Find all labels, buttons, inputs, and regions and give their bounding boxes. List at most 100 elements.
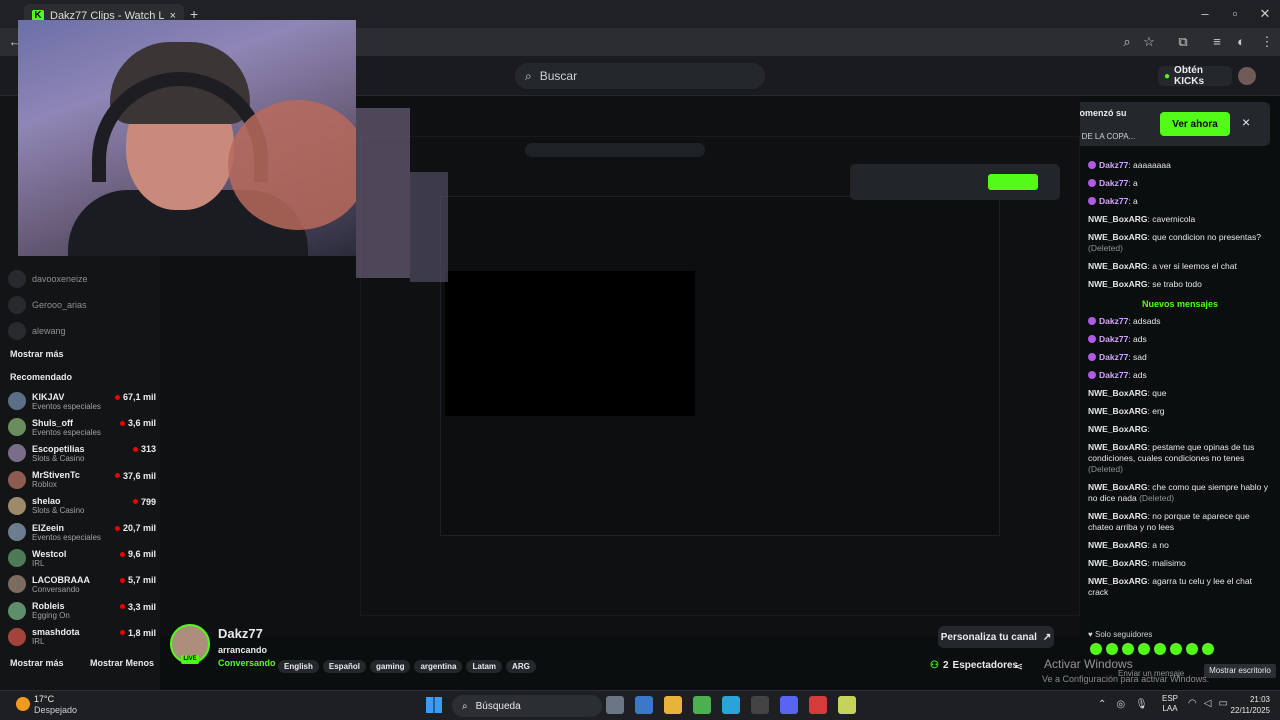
- stream-tag[interactable]: ARG: [506, 660, 536, 673]
- recommended-channel[interactable]: Shuls_off Eventos especiales 3,6 mil: [8, 414, 156, 440]
- chat-username[interactable]: NWE_BoxARG: [1088, 406, 1148, 416]
- chat-username[interactable]: NWE_BoxARG: [1088, 261, 1148, 271]
- chat-username[interactable]: Dakz77: [1099, 178, 1128, 188]
- stream-tag[interactable]: argentina: [414, 660, 463, 673]
- channel-info: MrStivenTc Roblox: [32, 470, 80, 489]
- recommended-channel[interactable]: shelao Slots & Casino 799: [8, 493, 156, 519]
- recommended-channel[interactable]: Escopetilias Slots & Casino 313: [8, 440, 156, 466]
- chat-username[interactable]: NWE_BoxARG: [1088, 279, 1148, 289]
- windows-start-icon[interactable]: [426, 697, 442, 713]
- activate-windows-title: Activar Windows: [1044, 657, 1133, 671]
- streamer-name[interactable]: Dakz77: [218, 626, 263, 641]
- webcam-overlay: [18, 20, 356, 256]
- chat-username[interactable]: Dakz77: [1099, 352, 1128, 362]
- weather-temp[interactable]: 17°C: [34, 694, 54, 704]
- emote-icon[interactable]: [1170, 643, 1182, 655]
- channel-name: Westcol: [32, 548, 67, 559]
- emote-icon[interactable]: [1202, 643, 1214, 655]
- files-icon[interactable]: [606, 696, 624, 714]
- extensions-icon[interactable]: ⧉: [1174, 33, 1192, 51]
- menu-dots-icon[interactable]: ⋮: [1258, 33, 1276, 51]
- recommended-channel[interactable]: LACOBRAAA Conversando 5,7 mil: [8, 571, 156, 597]
- chat-username[interactable]: Dakz77: [1099, 316, 1128, 326]
- notification-close-icon[interactable]: ×: [1242, 114, 1250, 130]
- recommended-channel[interactable]: smashdota IRL 1,8 mil: [8, 624, 156, 650]
- emote-icon[interactable]: [1186, 643, 1198, 655]
- chat-username[interactable]: NWE_BoxARG: [1088, 482, 1148, 492]
- bookmark-star-icon[interactable]: ☆: [1140, 33, 1158, 51]
- show-less-button[interactable]: Mostrar Menos: [90, 658, 154, 668]
- stream-tag[interactable]: Español: [322, 660, 367, 673]
- chat-username[interactable]: NWE_BoxARG: [1088, 442, 1148, 452]
- edge-icon[interactable]: [722, 696, 740, 714]
- chat-username[interactable]: NWE_BoxARG: [1088, 232, 1148, 242]
- viewer-count: 3,6 mil: [127, 418, 156, 429]
- explorer-icon[interactable]: [664, 696, 682, 714]
- share-icon[interactable]: ⋖: [1014, 660, 1023, 673]
- stream-category[interactable]: Conversando: [218, 658, 276, 668]
- tray-network-icon[interactable]: ◎: [1116, 699, 1125, 710]
- recommended-channel[interactable]: MrStivenTc Roblox 37,6 mil: [8, 467, 156, 493]
- watch-now-button[interactable]: Ver ahora: [1160, 112, 1230, 136]
- clock[interactable]: 21:03 22/11/2025: [1218, 694, 1270, 716]
- emote-icon[interactable]: [1138, 643, 1150, 655]
- maximize-icon[interactable]: ▫: [1226, 5, 1244, 23]
- emote-icon[interactable]: [1122, 643, 1134, 655]
- close-window-icon[interactable]: ✕: [1256, 5, 1274, 23]
- chat-text: que condicion no presentas?: [1152, 232, 1261, 242]
- recommended-channel[interactable]: Robleis Egging On 3,3 mil: [8, 598, 156, 624]
- wifi-icon[interactable]: ◠: [1188, 698, 1197, 709]
- app-icon[interactable]: [838, 696, 856, 714]
- get-kicks-button[interactable]: ● Obtén KICKs: [1158, 65, 1232, 87]
- stream-tag[interactable]: gaming: [370, 660, 411, 673]
- external-link-icon: ↗: [1042, 631, 1052, 643]
- opera-icon[interactable]: [809, 696, 827, 714]
- chat-username[interactable]: Dakz77: [1099, 196, 1128, 206]
- followed-channel[interactable]: alewang: [8, 318, 156, 344]
- user-avatar[interactable]: [1238, 67, 1256, 85]
- chat-username[interactable]: NWE_BoxARG: [1088, 576, 1148, 586]
- live-dot-icon: [119, 630, 125, 636]
- channel-avatar: [8, 296, 26, 314]
- search-bar[interactable]: ⌕ Buscar: [515, 63, 765, 89]
- emote-icon[interactable]: [1154, 643, 1166, 655]
- followed-channel[interactable]: davooxeneize: [8, 266, 156, 292]
- store-icon[interactable]: [635, 696, 653, 714]
- volume-icon[interactable]: ◁: [1204, 698, 1212, 709]
- language-indicator[interactable]: ESP LAA: [1162, 694, 1178, 714]
- show-more-button[interactable]: Mostrar más: [10, 658, 64, 668]
- chat-username[interactable]: Dakz77: [1099, 160, 1128, 170]
- recommended-channel[interactable]: ElZeein Eventos especiales 20,7 mil: [8, 519, 156, 545]
- chat-text: aaaaaaaa: [1133, 160, 1171, 170]
- chat-username[interactable]: Dakz77: [1099, 370, 1128, 380]
- emote-icon[interactable]: [1090, 643, 1102, 655]
- chat-username[interactable]: NWE_BoxARG: [1088, 214, 1148, 224]
- zoom-icon[interactable]: ⌕: [1118, 33, 1136, 51]
- channel-category: Eventos especiales: [32, 532, 101, 542]
- discord-icon[interactable]: [780, 696, 798, 714]
- recommended-channel[interactable]: KIKJAV Eventos especiales 67,1 mil: [8, 388, 156, 414]
- followed-channel[interactable]: Gerooo_arias: [8, 292, 156, 318]
- viewer-count: 3,3 mil: [127, 601, 156, 612]
- chat-username[interactable]: NWE_BoxARG: [1088, 424, 1148, 434]
- recommended-channel[interactable]: Westcol IRL 9,6 mil: [8, 545, 156, 571]
- chat-username[interactable]: NWE_BoxARG: [1088, 558, 1148, 568]
- minimize-icon[interactable]: –: [1196, 5, 1214, 23]
- taskbar-search[interactable]: ⌕ Búsqueda: [452, 695, 602, 717]
- epic-icon[interactable]: [751, 696, 769, 714]
- chrome-icon[interactable]: [693, 696, 711, 714]
- stream-tag[interactable]: English: [278, 660, 319, 673]
- chat-username[interactable]: Dakz77: [1099, 334, 1128, 344]
- reading-list-icon[interactable]: ≡: [1208, 33, 1226, 51]
- chat-username[interactable]: NWE_BoxARG: [1088, 511, 1148, 521]
- emote-icon[interactable]: [1106, 643, 1118, 655]
- show-more-followed[interactable]: Mostrar más: [10, 349, 64, 359]
- chat-username[interactable]: NWE_BoxARG: [1088, 540, 1148, 550]
- profile-icon[interactable]: ◐: [1232, 33, 1250, 51]
- tray-mic-icon[interactable]: 🎙: [1135, 699, 1148, 710]
- stream-tag[interactable]: Latam: [466, 660, 503, 673]
- live-viewers: 67,1 mil: [114, 392, 156, 402]
- chat-username[interactable]: NWE_BoxARG: [1088, 388, 1148, 398]
- tray-chevron-icon[interactable]: ⌃: [1098, 699, 1106, 710]
- customize-channel-button[interactable]: Personaliza tu canal ↗: [938, 626, 1054, 648]
